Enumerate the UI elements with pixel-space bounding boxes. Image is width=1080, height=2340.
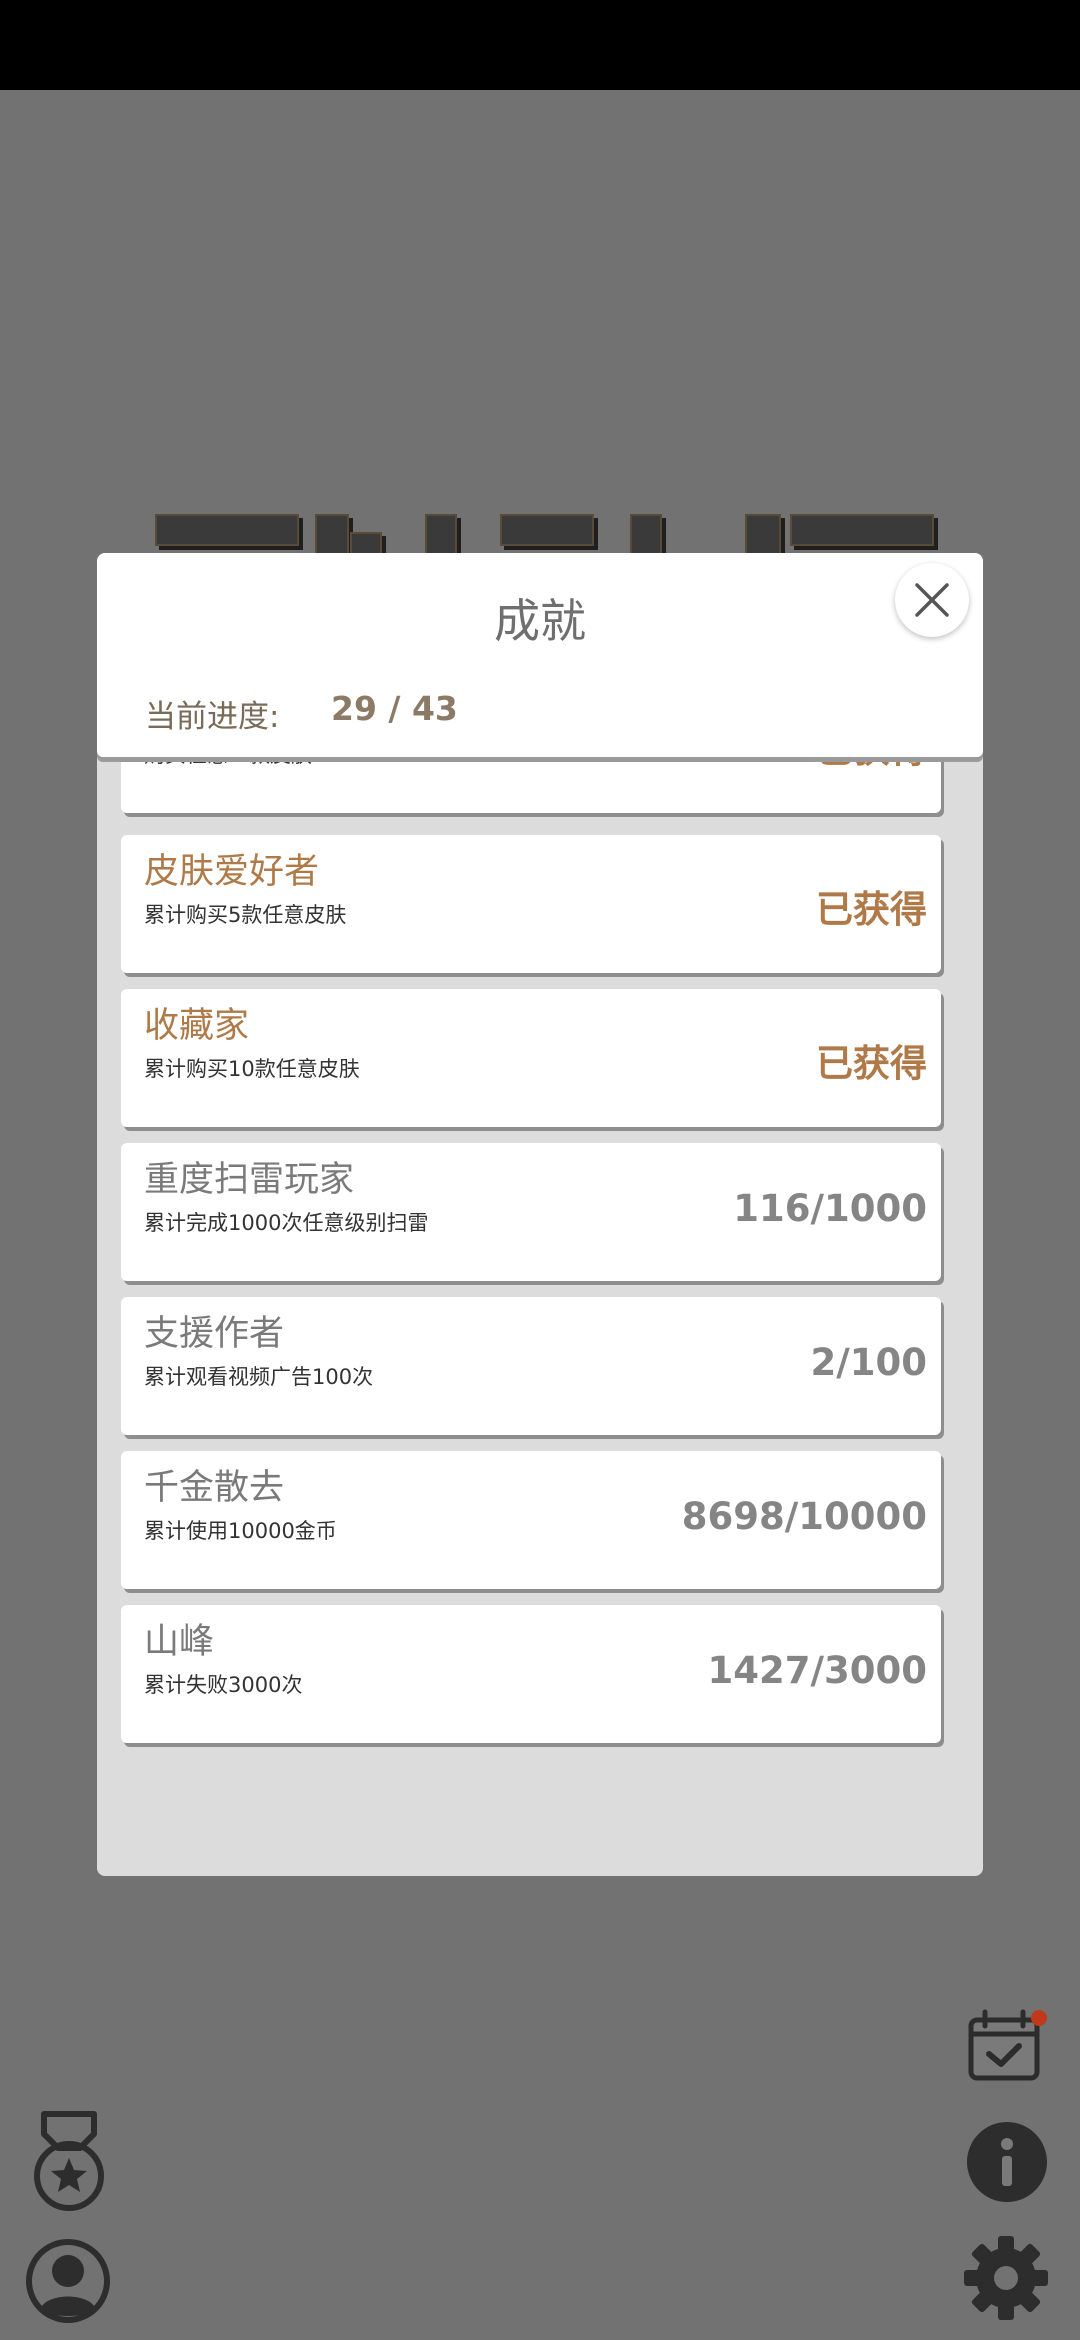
- achievement-card: 山峰 累计失败3000次 1427/3000: [121, 1605, 941, 1743]
- achievement-status: 1427/3000: [707, 1649, 927, 1692]
- achievement-status: 已获得: [816, 888, 927, 931]
- achievement-card: 购买任意一款皮肤 已获得: [121, 757, 941, 813]
- achievement-desc: 累计购买5款任意皮肤: [144, 903, 347, 927]
- progress-value: 29 / 43: [331, 689, 458, 728]
- settings-button[interactable]: [960, 2232, 1052, 2324]
- achievement-name: 皮肤爱好者: [144, 852, 320, 892]
- achievement-desc: 购买任意一款皮肤: [144, 757, 312, 769]
- achievement-card: 收藏家 累计购买10款任意皮肤 已获得: [121, 989, 941, 1127]
- achievement-list[interactable]: 购买任意一款皮肤 已获得 皮肤爱好者 累计购买5款任意皮肤 已获得 收藏家 累计…: [97, 757, 983, 1876]
- calendar-check-icon: [968, 2009, 1047, 2081]
- achievements-button[interactable]: [30, 2110, 108, 2214]
- achievement-name: 支援作者: [144, 1314, 285, 1354]
- achievement-desc: 累计使用10000金币: [144, 1519, 337, 1543]
- achievement-status: 2/100: [810, 1341, 928, 1384]
- achievement-name: 重度扫雷玩家: [144, 1160, 355, 1200]
- gear-icon: [964, 2236, 1048, 2320]
- achievement-desc: 累计观看视频广告100次: [144, 1365, 374, 1389]
- close-icon: [915, 583, 949, 617]
- achievement-name: 千金散去: [144, 1468, 285, 1508]
- info-icon: [967, 2122, 1047, 2202]
- achievements-dialog: 成就 当前进度: 29 / 43 购买任意一款皮肤 已获得 皮肤爱好者 累计购买…: [97, 553, 983, 1876]
- achievement-card: 支援作者 累计观看视频广告100次 2/100: [121, 1297, 941, 1435]
- achievement-name: 山峰: [144, 1622, 215, 1662]
- close-button[interactable]: [895, 563, 969, 637]
- achievement-card: 重度扫雷玩家 累计完成1000次任意级别扫雷 116/1000: [121, 1143, 941, 1281]
- progress-label: 当前进度:: [145, 699, 280, 735]
- dialog-title: 成就: [494, 594, 586, 648]
- profile-icon: [26, 2239, 110, 2323]
- profile-button[interactable]: [23, 2236, 113, 2326]
- background-game-logo: [150, 512, 950, 558]
- achievement-status: 已获得: [816, 757, 927, 773]
- daily-checkin-button[interactable]: [965, 2006, 1047, 2086]
- achievement-name: 收藏家: [144, 1006, 250, 1046]
- achievement-status: 8698/10000: [681, 1495, 927, 1538]
- info-button[interactable]: [965, 2120, 1051, 2206]
- medal-icon: [34, 2111, 104, 2211]
- achievement-desc: 累计失败3000次: [144, 1673, 303, 1697]
- dialog-header: 成就 当前进度: 29 / 43: [97, 553, 983, 757]
- status-bar: [0, 0, 1080, 90]
- achievement-card: 千金散去 累计使用10000金币 8698/10000: [121, 1451, 941, 1589]
- achievement-desc: 累计完成1000次任意级别扫雷: [144, 1211, 429, 1235]
- achievement-status: 已获得: [816, 1042, 927, 1085]
- achievement-card: 皮肤爱好者 累计购买5款任意皮肤 已获得: [121, 835, 941, 973]
- achievement-status: 116/1000: [733, 1187, 927, 1230]
- achievement-desc: 累计购买10款任意皮肤: [144, 1057, 360, 1081]
